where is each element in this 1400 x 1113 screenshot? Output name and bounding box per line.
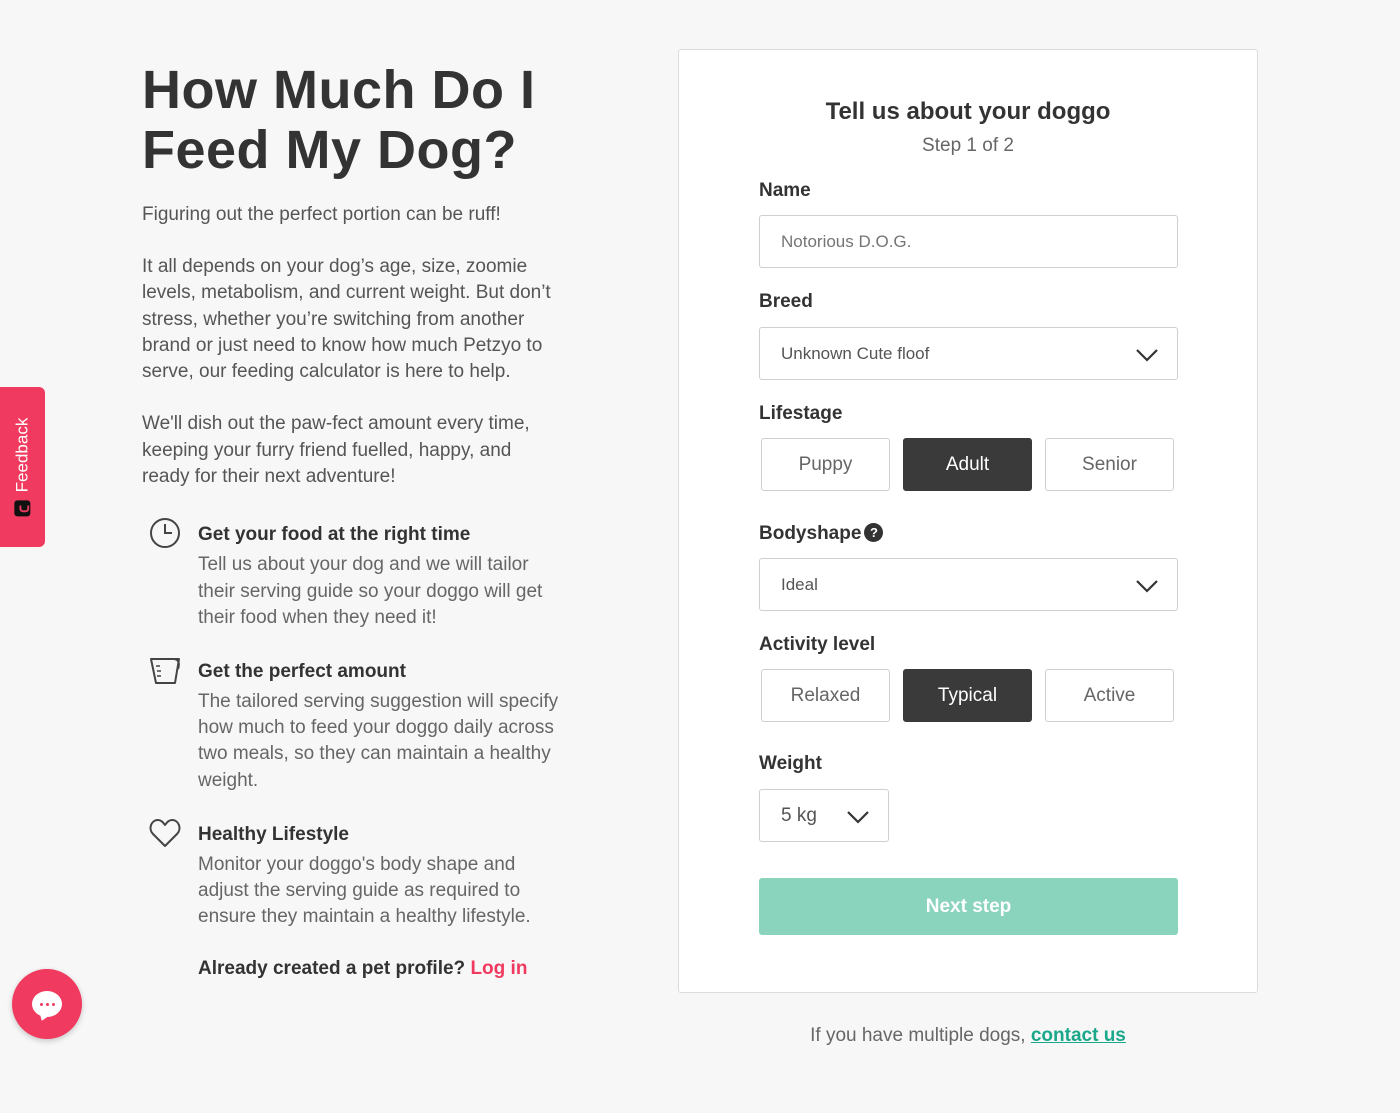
form-step-indicator: Step 1 of 2 <box>922 135 1014 156</box>
feature-list: Get your food at the right time Tell us … <box>142 518 572 931</box>
intro-paragraph: It all depends on your dog’s age, size, … <box>142 256 551 383</box>
chat-bubble-icon <box>32 991 62 1017</box>
chat-button[interactable] <box>12 969 82 1039</box>
weight-label: Weight <box>759 753 822 774</box>
weight-select-value: 5 kg <box>781 804 817 826</box>
help-icon[interactable]: ? <box>864 523 884 542</box>
bodyshape-select-value: Ideal <box>781 574 818 594</box>
breed-label: Breed <box>759 291 813 312</box>
page: How Much Do I Feed My Dog? Figuring out … <box>0 0 1400 1113</box>
feature-item: Get the perfect amount The tailored serv… <box>142 657 572 794</box>
feature-title: Get your food at the right time <box>198 524 471 546</box>
lifestage-option-senior[interactable]: Senior <box>1045 438 1174 491</box>
activity-label: Activity level <box>759 634 876 655</box>
next-step-button[interactable]: Next step <box>759 878 1178 935</box>
clock-icon <box>150 518 180 549</box>
activity-options: Relaxed Typical Active <box>761 669 1174 722</box>
feedback-tab[interactable]: Feedback <box>0 387 45 547</box>
login-prompt: Already created a pet profile? Log in <box>142 958 572 980</box>
feedback-icon <box>14 500 31 517</box>
breed-select-value: Unknown Cute floof <box>781 343 930 363</box>
feature-title: Get the perfect amount <box>198 660 406 682</box>
bodyshape-label-text: Bodyshape <box>759 523 862 544</box>
doggo-form-card: Tell us about your doggo Step 1 of 2 Nam… <box>678 49 1258 993</box>
login-link[interactable]: Log in <box>470 958 527 979</box>
chevron-down-icon <box>1136 580 1158 593</box>
heart-icon <box>149 818 181 847</box>
multiple-dogs-note: If you have multiple dogs, contact us <box>678 1025 1258 1047</box>
activity-option-relaxed[interactable]: Relaxed <box>761 669 890 722</box>
form-title: Tell us about your doggo <box>825 98 1111 125</box>
activity-option-typical[interactable]: Typical <box>903 669 1032 722</box>
feature-title: Healthy Lifestyle <box>198 823 349 845</box>
bodyshape-label: Bodyshape? <box>759 523 884 545</box>
name-input[interactable] <box>759 215 1178 268</box>
breed-select[interactable]: Unknown Cute floof <box>759 327 1178 380</box>
intro-paragraph-2: We'll dish out the paw-fect amount every… <box>142 413 530 488</box>
feature-item: Get your food at the right time Tell us … <box>142 518 572 631</box>
chevron-down-icon <box>847 811 869 824</box>
measuring-cup-icon <box>150 657 180 684</box>
name-label: Name <box>759 180 811 201</box>
feedback-label: Feedback <box>12 417 32 493</box>
contact-us-link[interactable]: contact us <box>1031 1025 1126 1046</box>
page-title-line1: How Much Do I <box>142 60 536 120</box>
weight-select[interactable]: 5 kg <box>759 789 889 842</box>
lifestage-options: Puppy Adult Senior <box>761 438 1174 491</box>
bodyshape-select[interactable]: Ideal <box>759 558 1178 611</box>
feature-body: Tell us about your dog and we will tailo… <box>198 554 543 628</box>
chevron-down-icon <box>1136 349 1158 362</box>
feedback-tab-content: Feedback <box>13 418 33 517</box>
activity-option-active[interactable]: Active <box>1045 669 1174 722</box>
lifestage-option-puppy[interactable]: Puppy <box>761 438 890 491</box>
login-prompt-text: Already created a pet profile? <box>198 958 466 980</box>
feature-item: Healthy Lifestyle Monitor your doggo's b… <box>142 818 572 931</box>
page-title-line2: Feed My Dog? <box>142 120 518 180</box>
feature-body: Monitor your doggo's body shape and adju… <box>198 853 531 928</box>
page-title: How Much Do I Feed My Dog? <box>142 60 572 180</box>
lead-text: Figuring out the perfect portion can be … <box>142 204 501 225</box>
lifestage-option-adult[interactable]: Adult <box>903 438 1032 491</box>
intro-column: How Much Do I Feed My Dog? Figuring out … <box>142 60 572 980</box>
multiple-dogs-text: If you have multiple dogs, <box>810 1025 1026 1046</box>
feature-body: The tailored serving suggestion will spe… <box>198 690 559 791</box>
lifestage-label: Lifestage <box>759 403 843 424</box>
